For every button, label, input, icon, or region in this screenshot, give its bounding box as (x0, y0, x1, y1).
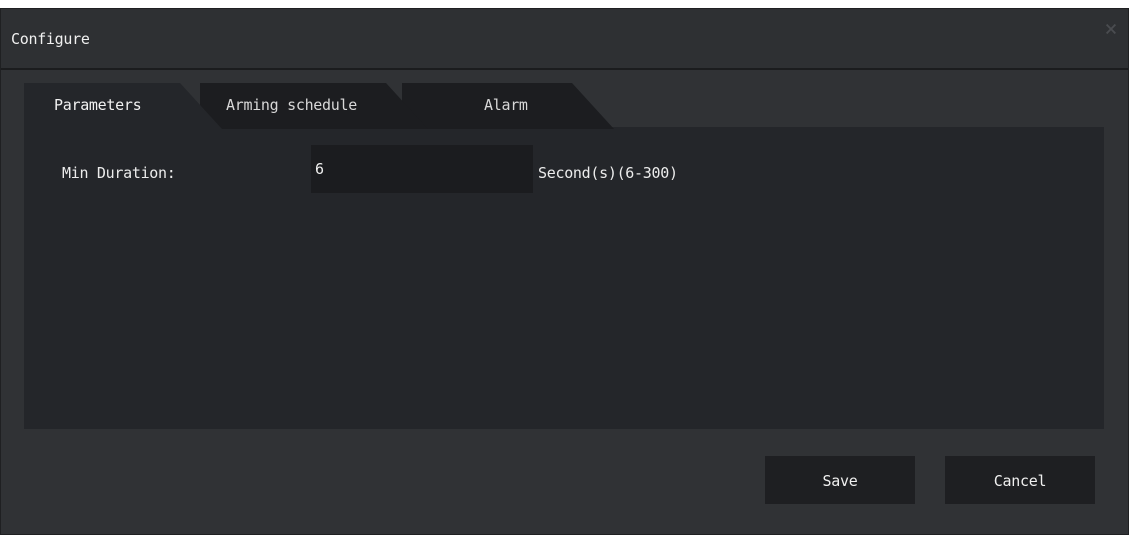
close-icon[interactable]: × (1100, 19, 1122, 41)
tab-parameters-label: Parameters (54, 96, 142, 114)
parameters-panel: Min Duration: Second(s)(6-300) (24, 127, 1104, 429)
save-button[interactable]: Save (765, 456, 915, 504)
tab-alarm[interactable]: Alarm (402, 83, 622, 129)
min-duration-input[interactable] (311, 145, 533, 193)
tab-bar: Alarm Arming schedule Parameters (24, 83, 1104, 129)
min-duration-label: Min Duration: (62, 164, 176, 182)
tab-arming-schedule-label: Arming schedule (226, 96, 357, 114)
tab-parameters[interactable]: Parameters (24, 83, 224, 129)
dialog-titlebar: Configure × (1, 9, 1128, 70)
dialog-title: Configure (11, 30, 90, 48)
tab-arming-schedule[interactable]: Arming schedule (200, 83, 430, 129)
min-duration-unit: Second(s)(6-300) (538, 164, 678, 182)
tab-alarm-label: Alarm (484, 96, 528, 114)
cancel-button[interactable]: Cancel (945, 456, 1095, 504)
